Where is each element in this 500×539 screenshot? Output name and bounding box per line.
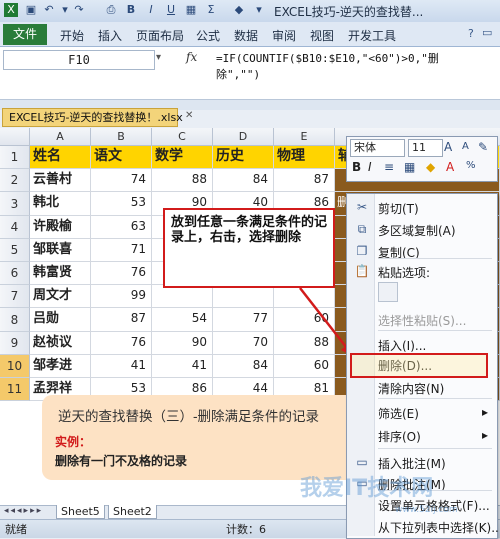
number-format-icon[interactable]: %	[466, 160, 476, 171]
menu-item[interactable]: 筛选(E)	[378, 405, 419, 422]
delete-highlight	[350, 353, 488, 378]
menu-item[interactable]: 排序(O)	[378, 428, 421, 445]
menu-item[interactable]: 从下拉列表中选择(K)...	[378, 519, 500, 536]
fill-color-icon[interactable]: ◆	[426, 160, 435, 174]
menu-item[interactable]: 剪切(T)	[378, 200, 419, 217]
menu-separator	[378, 398, 492, 399]
menu-item[interactable]: 选择性粘贴(S)...	[378, 312, 466, 329]
multi-copy-icon: ⧉	[357, 222, 367, 236]
annotation-note: 放到任意一条满足条件的记录上，右击，选择删除	[163, 208, 335, 288]
format-painter-icon[interactable]: ✎	[478, 140, 488, 154]
align-center-icon[interactable]: ≡	[384, 160, 394, 174]
status-count: 计数：6	[226, 523, 266, 536]
description-subtitle: 实例：	[55, 435, 92, 449]
borders-icon[interactable]: ▦	[404, 160, 415, 174]
paste-option-icon[interactable]	[378, 282, 398, 302]
font-name-box[interactable]: 宋体	[350, 139, 405, 157]
insert-comment-icon: ▭	[356, 455, 368, 469]
font-color-icon[interactable]: A	[446, 160, 454, 174]
submenu-arrow-icon: ▸	[482, 405, 489, 419]
italic-button[interactable]: I	[368, 160, 372, 174]
menu-item[interactable]: 清除内容(N)	[378, 380, 444, 397]
menu-separator	[378, 448, 492, 449]
shrink-font-icon[interactable]: A	[462, 141, 469, 152]
submenu-arrow-icon: ▸	[482, 428, 489, 442]
status-ready: 就绪	[5, 523, 27, 536]
description-title: 逆天的查找替换（三）-删除满足条件的记录	[58, 409, 320, 425]
menu-separator	[378, 330, 492, 331]
font-size-box[interactable]: 11	[408, 139, 443, 157]
scissors-icon: ✂	[356, 200, 368, 214]
sheet-tab-sheet5[interactable]: Sheet5	[56, 505, 105, 519]
menu-item[interactable]: 粘贴选项:	[378, 264, 430, 281]
watermark: 我爱IT技术网	[300, 476, 434, 501]
grow-font-icon[interactable]: A	[444, 140, 452, 154]
sheet-tab-sheet2[interactable]: Sheet2	[108, 505, 157, 519]
paste-icon: 📋	[354, 264, 370, 278]
menu-item[interactable]: 插入(I)...	[378, 337, 426, 354]
description-body: 删除有一门不及格的记录	[55, 454, 188, 468]
copy-icon: ❐	[356, 244, 368, 258]
watermark-url: www.52ij.com	[395, 505, 458, 515]
menu-item[interactable]: 多区域复制(A)	[378, 222, 456, 239]
menu-separator	[378, 258, 492, 259]
sheet-nav-icons[interactable]: ◂◂◂▸▸▸	[4, 506, 43, 516]
bold-button[interactable]: B	[352, 160, 361, 174]
